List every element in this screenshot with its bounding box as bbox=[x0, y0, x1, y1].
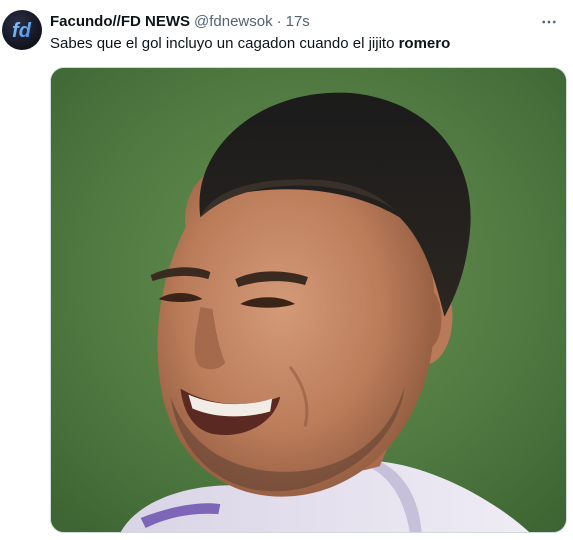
avatar-logo-text: fd bbox=[12, 20, 32, 42]
display-name[interactable]: Facundo//FD NEWS bbox=[50, 12, 190, 32]
more-options-button[interactable] bbox=[535, 8, 563, 36]
tweet-text-mention: romero bbox=[398, 35, 451, 52]
tweet-text-main: Sabes que el gol incluyo un cagadon cuan… bbox=[50, 35, 399, 52]
tweet-card[interactable]: fd Facundo//FD NEWS @fdnewsok · 17s Sabe… bbox=[0, 0, 573, 540]
user-handle[interactable]: @fdnewsok bbox=[194, 12, 273, 32]
tweet-header: Facundo//FD NEWS @fdnewsok · 17s bbox=[50, 12, 310, 32]
smiling-player-photo bbox=[51, 68, 566, 532]
avatar[interactable]: fd bbox=[2, 10, 42, 50]
tweet-media-image[interactable] bbox=[50, 67, 567, 533]
more-horizontal-icon bbox=[542, 20, 556, 24]
timestamp[interactable]: 17s bbox=[286, 12, 310, 32]
tweet-text: Sabes que el gol incluyo un cagadon cuan… bbox=[50, 34, 450, 54]
separator-dot: · bbox=[276, 13, 282, 30]
fd-logo-icon: fd bbox=[12, 20, 32, 42]
